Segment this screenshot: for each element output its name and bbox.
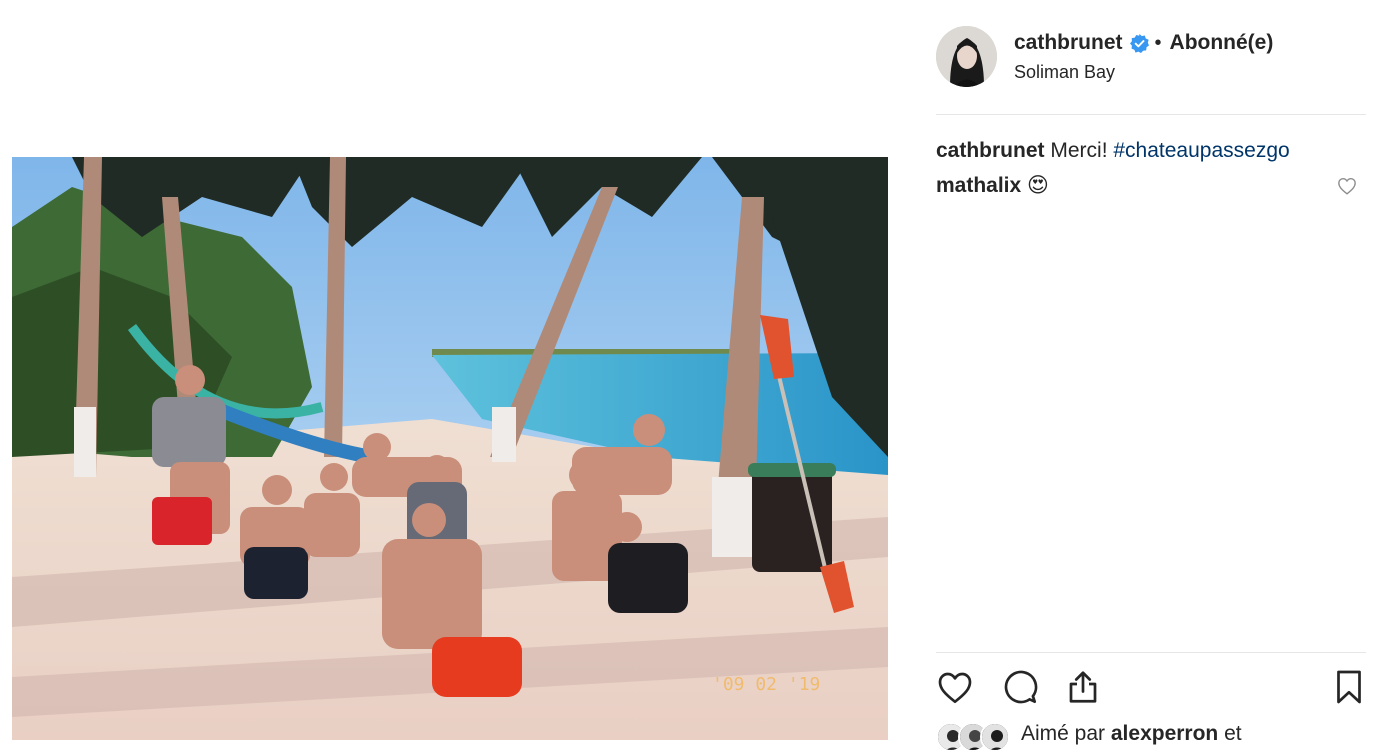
speech-bubble-icon [1004,670,1038,704]
comment-username[interactable]: cathbrunet [936,139,1045,162]
post-photo[interactable]: '09 02 '19 [12,157,888,740]
post-location-link[interactable]: Soliman Bay [1014,62,1273,83]
likes-summary: Aimé par alexperron et [936,720,1366,754]
comment-like-heart-icon[interactable] [1337,177,1357,195]
comments-list: cathbrunet Merci! #chateaupassezgo matha… [936,133,1366,203]
liked-by-text: Aimé par alexperron et [1021,722,1242,746]
photo-area: '09 02 '19 [0,0,902,754]
comment-hashtag-link[interactable]: #chateaupassezgo [1113,139,1289,162]
comment-username[interactable]: mathalix [936,174,1021,197]
post-actions-bar [936,668,1366,708]
save-button[interactable] [1330,668,1368,706]
beach-group-photo: '09 02 '19 [12,157,888,740]
liker-avatar[interactable] [980,722,1010,752]
author-row: cathbrunet • Abonné(e) [1014,31,1273,55]
liked-by-username[interactable]: alexperron [1111,722,1218,745]
author-username[interactable]: cathbrunet [1014,31,1123,55]
bookmark-icon [1337,670,1361,704]
comment-item: cathbrunet Merci! #chateaupassezgo [936,133,1366,168]
avatar-image [936,26,997,87]
follow-status-button[interactable]: Abonné(e) [1170,31,1274,55]
comment-text: Merci! [1050,139,1108,162]
share-button[interactable] [1064,668,1102,706]
author-avatar[interactable] [936,26,997,87]
post-side-panel: cathbrunet • Abonné(e) Soliman Bay cathb… [936,0,1366,754]
comment-button[interactable] [1001,668,1039,706]
svg-text:'09 02 '19: '09 02 '19 [712,674,820,695]
header-separator-dot: • [1154,31,1162,54]
comment-item: mathalix 😍 [936,168,1366,203]
header-divider [936,114,1366,115]
comment-emoji: 😍 [1027,174,1049,197]
actions-divider [936,652,1366,653]
heart-icon [938,672,972,703]
post-header-text: cathbrunet • Abonné(e) Soliman Bay [1014,31,1273,83]
liker-avatar-image [982,724,1008,750]
liked-by-suffix: et [1224,722,1242,745]
liked-by-prefix: Aimé par [1021,722,1106,745]
share-icon [1069,671,1097,703]
like-button[interactable] [936,668,974,706]
post-header: cathbrunet • Abonné(e) Soliman Bay [936,26,1366,88]
verified-badge-icon [1129,33,1149,53]
